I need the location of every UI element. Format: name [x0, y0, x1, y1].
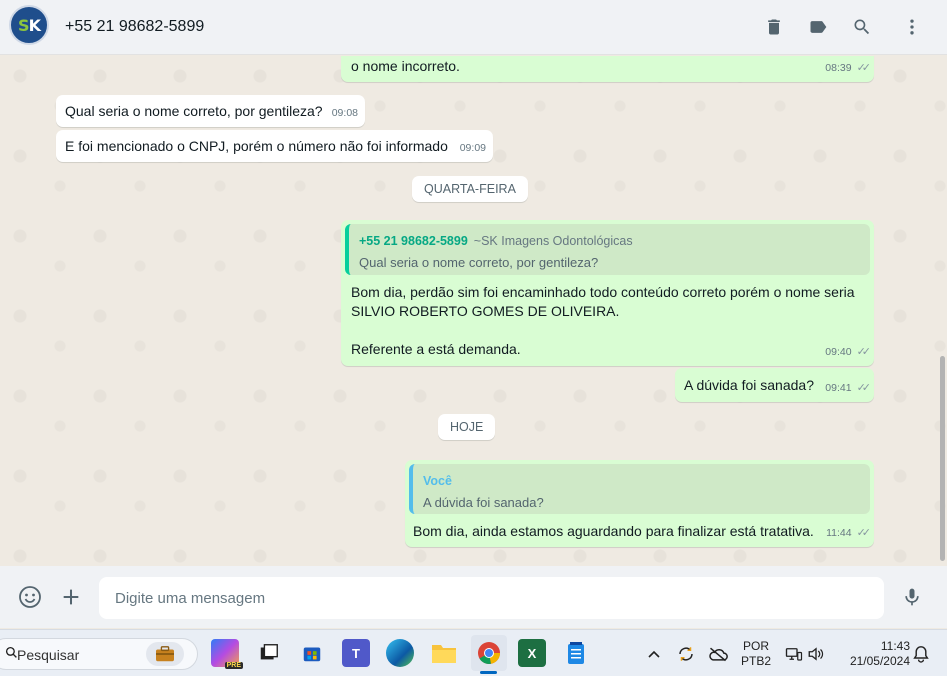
- microsoft-store-icon[interactable]: [298, 639, 326, 667]
- message-meta: 09:09: [460, 139, 486, 158]
- message-time: 11:44: [826, 527, 852, 539]
- message-text: Qual seria o nome correto, por gentileza…: [65, 103, 323, 119]
- chevron-up-icon[interactable]: [644, 644, 664, 664]
- attach-plus-icon[interactable]: [58, 584, 84, 610]
- edge-icon[interactable]: [386, 639, 414, 667]
- chat-header: SK +55 21 98682-5899: [0, 0, 947, 55]
- input-language[interactable]: POR PTB2: [741, 639, 771, 669]
- message-meta: 08:39 ✓✓: [825, 59, 872, 78]
- notepad-icon[interactable]: [562, 639, 590, 667]
- message-time: 09:41: [825, 382, 852, 394]
- label-icon[interactable]: [805, 14, 831, 40]
- message-outgoing[interactable]: A dúvida foi sanada? 09:41 ✓✓: [675, 368, 874, 402]
- message-meta: 09:41 ✓✓: [825, 379, 872, 398]
- avatar-letter-s: S: [18, 15, 29, 35]
- file-explorer-icon[interactable]: [430, 639, 458, 667]
- message-outgoing[interactable]: o nome incorreto. 08:39 ✓✓: [341, 56, 874, 82]
- search-icon[interactable]: [849, 14, 875, 40]
- volume-icon[interactable]: [806, 644, 826, 664]
- quoted-author: +55 21 98682-5899 ~SK Imagens Odontológic…: [359, 232, 633, 251]
- date-separator: QUARTA-FEIRA: [412, 176, 528, 202]
- delete-icon[interactable]: [761, 14, 787, 40]
- message-text-line: SILVIO ROBERTO GOMES DE OLIVEIRA.: [351, 303, 620, 319]
- language-code: POR: [742, 639, 769, 653]
- chrome-icon[interactable]: [471, 635, 507, 671]
- quoted-author: Você: [423, 474, 452, 488]
- chrome-active-indicator: [480, 671, 497, 674]
- avatar[interactable]: SK: [9, 5, 49, 45]
- contact-name[interactable]: +55 21 98682-5899: [65, 18, 204, 36]
- message-text-line: Referente a está demanda.: [351, 341, 521, 357]
- microphone-icon[interactable]: [899, 584, 925, 610]
- excel-icon[interactable]: X: [518, 639, 546, 667]
- clock[interactable]: 11:43 21/05/2024: [838, 639, 910, 669]
- quoted-message[interactable]: +55 21 98682-5899 ~SK Imagens Odontológic…: [345, 224, 870, 275]
- clock-time: 11:43: [880, 639, 910, 653]
- quoted-text: A dúvida foi sanada?: [423, 495, 544, 510]
- message-meta: 09:08: [332, 104, 358, 123]
- read-ticks-icon: ✓✓: [856, 346, 872, 358]
- network-icon[interactable]: [784, 644, 804, 664]
- message-input[interactable]: [99, 577, 884, 619]
- menu-icon[interactable]: [899, 14, 925, 40]
- message-outgoing[interactable]: Você A dúvida foi sanada? Bom dia, ainda…: [405, 460, 874, 547]
- chat-scrollbar[interactable]: [940, 356, 945, 561]
- message-text-line: Bom dia, perdão sim foi encaminhado todo…: [351, 284, 855, 300]
- message-composer: [0, 566, 947, 628]
- emoji-icon[interactable]: [17, 584, 43, 610]
- read-ticks-icon: ✓✓: [856, 62, 872, 74]
- taskbar-search[interactable]: Pesquisar: [0, 638, 198, 670]
- quoted-text: Qual seria o nome correto, por gentileza…: [359, 255, 599, 270]
- message-time: 09:08: [331, 107, 358, 119]
- message-time: 08:39: [825, 62, 852, 74]
- copilot-icon[interactable]: PRE: [211, 639, 243, 669]
- message-text: E foi mencionado o CNPJ, porém o número …: [65, 138, 448, 154]
- message-time: 09:40: [825, 346, 852, 358]
- message-outgoing[interactable]: +55 21 98682-5899 ~SK Imagens Odontológic…: [341, 220, 874, 366]
- task-view-icon[interactable]: [255, 639, 283, 667]
- read-ticks-icon: ✓✓: [856, 527, 872, 539]
- teams-icon[interactable]: T: [342, 639, 370, 667]
- taskbar-search-label: Pesquisar: [17, 647, 80, 663]
- onedrive-offline-icon[interactable]: [708, 644, 728, 664]
- message-incoming[interactable]: E foi mencionado o CNPJ, porém o número …: [56, 130, 493, 162]
- message-incoming[interactable]: Qual seria o nome correto, por gentileza…: [56, 95, 365, 127]
- chat-area[interactable]: o nome incorreto. 08:39 ✓✓ Qual seria o …: [0, 56, 947, 566]
- message-text: Bom dia, ainda estamos aguardando para f…: [413, 523, 814, 539]
- quoted-message[interactable]: Você A dúvida foi sanada?: [409, 464, 870, 514]
- date-separator: HOJE: [438, 414, 496, 440]
- read-ticks-icon: ✓✓: [856, 382, 872, 394]
- copilot-badge: PRE: [224, 662, 243, 669]
- briefcase-icon[interactable]: [146, 642, 184, 666]
- sync-icon[interactable]: [676, 644, 696, 664]
- message-time: 09:09: [459, 142, 486, 154]
- avatar-letter-k: K: [28, 15, 41, 35]
- message-text: o nome incorreto.: [351, 58, 460, 74]
- message-text: A dúvida foi sanada?: [684, 377, 814, 393]
- keyboard-layout: PTB2: [741, 654, 772, 668]
- notification-bell-icon[interactable]: [911, 644, 931, 664]
- message-meta: 09:40 ✓✓: [825, 343, 872, 362]
- quoted-author-number: +55 21 98682-5899: [359, 234, 468, 248]
- message-meta: 11:44 ✓✓: [826, 524, 872, 543]
- quoted-author-name: ~SK Imagens Odontológicas: [473, 234, 633, 248]
- windows-taskbar: Pesquisar PRE T X POR PTB2 11:43 21/05/2…: [0, 629, 947, 676]
- clock-date: 21/05/2024: [849, 654, 910, 668]
